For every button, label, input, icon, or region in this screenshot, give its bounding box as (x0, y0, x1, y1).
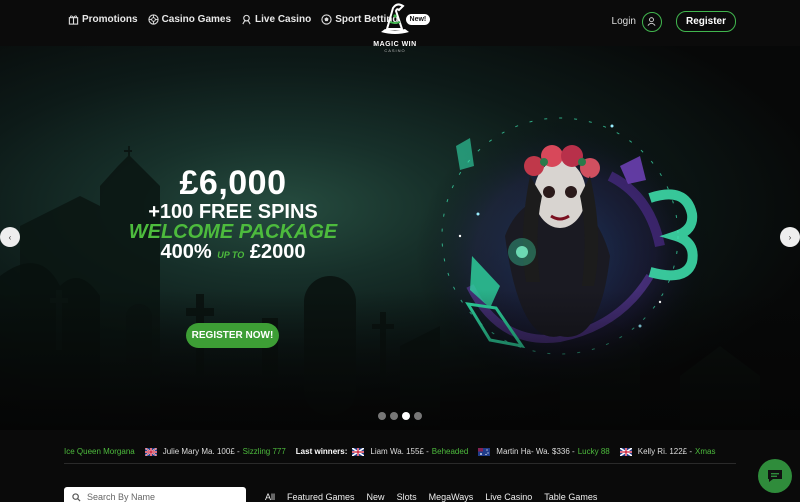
match-percent: 400% (160, 241, 212, 263)
carousel-prev-button[interactable]: ‹ (0, 227, 20, 247)
football-icon (321, 14, 332, 25)
chip-icon (147, 14, 159, 25)
hero-fade (0, 290, 800, 430)
live-chat-button[interactable] (758, 459, 792, 493)
login-link[interactable]: Login (612, 16, 636, 27)
nav-live-casino-label: Live Casino (255, 14, 312, 25)
site-logo[interactable]: MAGIC WIN CASINO (370, 2, 420, 56)
winner-amount: $336 (552, 447, 570, 456)
au-flag-icon (478, 447, 491, 456)
nav-promotions-label: Promotions (82, 14, 138, 25)
ticker-game[interactable]: Ice Queen Morgana (64, 447, 135, 456)
register-button[interactable]: Register (675, 11, 736, 32)
tab-new[interactable]: New (367, 492, 385, 502)
free-spins-text: +100 FREE SPINS (148, 201, 318, 223)
max-bonus: £2000 (249, 241, 306, 263)
winner-amount: 155£ (406, 447, 424, 456)
winner-amount: 100£ (216, 447, 235, 456)
ticker-item: Last winners: Liam Wa. 155£ - Beheaded (295, 447, 469, 456)
ticker-item: Julie Mary Ma. 100£ - Sizzling 777 (144, 447, 286, 456)
bonus-amount: £6,000 (179, 164, 287, 202)
wizard-hat-logo-icon (381, 3, 409, 34)
tab-live-casino[interactable]: Live Casino (485, 492, 532, 502)
game-category-tabs: All Featured Games New Slots MegaWays Li… (265, 492, 597, 502)
winner-game[interactable]: Beheaded (432, 447, 468, 456)
carousel-dots (378, 412, 422, 420)
welcome-package-text: WELCOME PACKAGE (128, 221, 338, 243)
search-icon (72, 492, 81, 502)
nav-live-casino[interactable]: Live Casino (241, 14, 311, 25)
game-search-box[interactable] (64, 487, 246, 502)
user-icon (648, 17, 656, 26)
tab-table-games[interactable]: Table Games (544, 492, 597, 502)
welcome-offer: £6,000 +100 FREE SPINS WELCOME PACKAGE 4… (118, 166, 348, 262)
match-bonus-line: 400% UP TO £2000 (118, 242, 348, 262)
login-user-button[interactable] (641, 11, 662, 32)
carousel-dot[interactable] (378, 412, 386, 420)
winner-name: Liam Wa. (370, 447, 404, 456)
tab-megaways[interactable]: MegaWays (429, 492, 474, 502)
chevron-left-icon: ‹ (8, 232, 12, 242)
winner-name: Martin Ha- Wa. (496, 447, 550, 456)
ticker-item: Martin Ha- Wa. $336 - Lucky 88 (478, 447, 610, 456)
tab-slots[interactable]: Slots (397, 492, 417, 502)
winner-game[interactable]: Lucky 88 (578, 447, 610, 456)
winner-game[interactable]: Sizzling 777 (243, 447, 286, 456)
nav-casino-games[interactable]: Casino Games (147, 14, 232, 25)
dealer-icon (242, 14, 251, 25)
carousel-dot[interactable] (390, 412, 398, 420)
ticker-item: Ice Queen Morgana (64, 447, 135, 456)
tab-featured-games[interactable]: Featured Games (287, 492, 355, 502)
gift-icon (68, 15, 79, 25)
carousel-dot[interactable] (414, 412, 422, 420)
logo-text: MAGIC WIN (373, 41, 417, 48)
winner-amount: 122£ (669, 447, 688, 456)
winner-game[interactable]: Xmas (695, 447, 715, 456)
last-winners-label: Last winners: (295, 447, 348, 456)
winner-name: Julie Mary Ma. (162, 447, 215, 456)
game-search-input[interactable] (87, 492, 237, 502)
winner-name: Kelly Ri. (637, 447, 668, 456)
nav-casino-games-label: Casino Games (161, 14, 232, 25)
uk-flag-icon (619, 447, 632, 456)
up-to-text: UP TO (217, 250, 245, 260)
hero-banner: £6,000 +100 FREE SPINS WELCOME PACKAGE 4… (0, 46, 800, 430)
carousel-next-button[interactable]: › (780, 227, 800, 247)
auth-controls: Login Register (612, 11, 736, 32)
chevron-right-icon: › (788, 232, 792, 242)
logo-subtext: CASINO (384, 48, 406, 53)
hero-register-button[interactable]: REGISTER NOW! (186, 323, 279, 348)
nav-promotions[interactable]: Promotions (68, 14, 138, 25)
last-winners-ticker: Ice Queen Morgana Julie Mary Ma. 100£ -S… (64, 440, 736, 464)
uk-flag-icon (352, 447, 365, 456)
top-navigation: Promotions Casino Games Live Casino Spor… (0, 0, 800, 53)
tab-all[interactable]: All (265, 492, 275, 502)
ticker-item: Kelly Ri. 122£ - Xmas (619, 447, 715, 456)
uk-flag-icon (144, 447, 157, 456)
chat-bubble-icon (768, 470, 782, 482)
carousel-dot-active[interactable] (402, 412, 410, 420)
